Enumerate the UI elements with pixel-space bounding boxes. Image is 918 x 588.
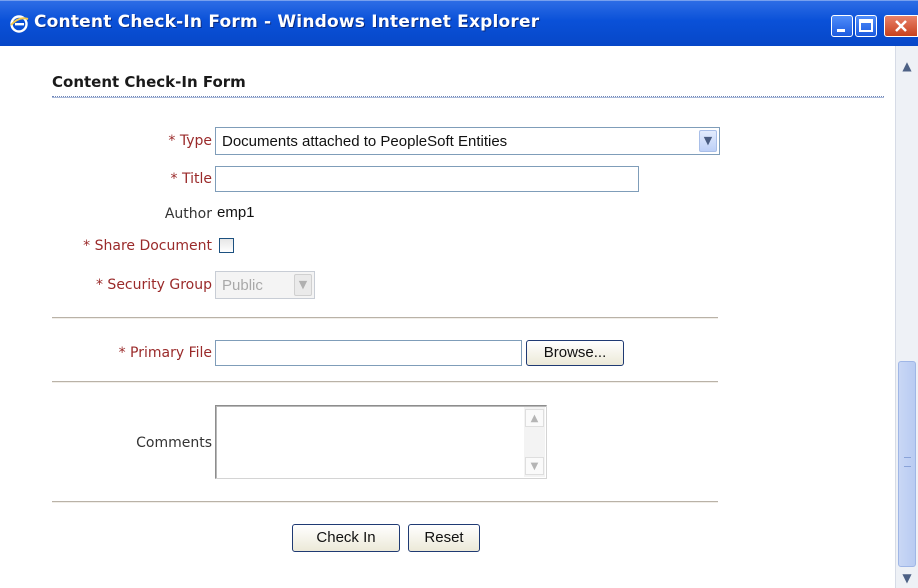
scroll-down-icon[interactable]: ▼	[897, 568, 917, 588]
ie-logo-icon	[10, 15, 29, 33]
section-divider	[52, 317, 718, 319]
primary-file-label: * Primary File	[118, 345, 212, 361]
title-label: * Title	[170, 171, 212, 187]
author-label: Author	[164, 206, 212, 222]
check-in-button[interactable]: Check In	[292, 524, 400, 552]
form-title: Content Check-In Form	[52, 73, 246, 91]
security-group-select[interactable]: Public ▼	[215, 271, 315, 299]
scrollbar-thumb[interactable]	[898, 361, 916, 567]
chevron-down-icon[interactable]: ▼	[699, 130, 717, 152]
comments-scrollbar[interactable]: ▲ ▼	[524, 407, 545, 477]
title-bar[interactable]: Content Check-In Form - Windows Internet…	[0, 0, 918, 46]
title-divider	[52, 96, 884, 98]
close-button[interactable]	[884, 15, 918, 37]
grip-icon	[904, 457, 911, 467]
type-label: * Type	[168, 133, 212, 149]
share-document-label: * Share Document	[83, 238, 212, 254]
scroll-down-icon[interactable]: ▼	[525, 457, 544, 475]
maximize-icon	[859, 19, 873, 32]
window-title: Content Check-In Form - Windows Internet…	[34, 12, 540, 32]
type-select-value: Documents attached to PeopleSoft Entitie…	[222, 133, 508, 150]
share-document-checkbox[interactable]	[219, 238, 234, 253]
security-group-value: Public	[222, 277, 263, 294]
browse-button[interactable]: Browse...	[526, 340, 624, 366]
maximize-button[interactable]	[855, 15, 877, 37]
comments-textarea[interactable]: ▲ ▼	[215, 405, 547, 479]
vertical-scrollbar[interactable]: ▲ ▼	[895, 46, 918, 588]
scroll-up-icon[interactable]: ▲	[897, 56, 917, 76]
chevron-down-icon[interactable]: ▼	[294, 274, 312, 296]
minimize-button[interactable]	[831, 15, 853, 37]
primary-file-input[interactable]	[215, 340, 522, 366]
security-group-label: * Security Group	[95, 277, 212, 293]
minimize-icon	[837, 29, 845, 32]
browser-window: Content Check-In Form - Windows Internet…	[0, 0, 918, 588]
scroll-up-icon[interactable]: ▲	[525, 409, 544, 427]
author-value: emp1	[217, 204, 255, 221]
section-divider	[52, 501, 718, 503]
close-icon	[895, 20, 907, 32]
comments-label: Comments	[136, 435, 212, 451]
type-select[interactable]: Documents attached to PeopleSoft Entitie…	[215, 127, 720, 155]
section-divider	[52, 381, 718, 383]
reset-button[interactable]: Reset	[408, 524, 480, 552]
title-input[interactable]	[215, 166, 639, 192]
